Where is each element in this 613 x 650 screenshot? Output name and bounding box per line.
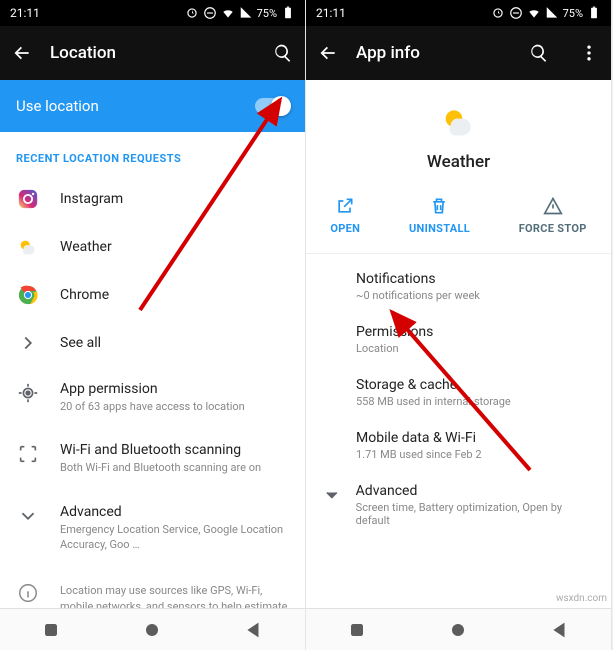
nav-recents-icon[interactable] [42, 621, 60, 639]
force-stop-button[interactable]: FORCE STOP [519, 196, 587, 235]
notifications-row[interactable]: Notifications ~0 notifications per week [356, 260, 611, 313]
nav-back-icon[interactable] [245, 621, 263, 639]
app-row-weather[interactable]: Weather [0, 223, 305, 271]
status-time: 21:11 [10, 6, 40, 20]
nav-bar [0, 608, 305, 650]
status-icons: 75% [185, 6, 295, 20]
item-title: Storage & cache [356, 377, 595, 393]
app-name: Weather [306, 152, 611, 172]
app-header: Weather [306, 80, 611, 182]
signal-icon [239, 6, 253, 20]
battery-icon [281, 6, 295, 20]
item-title: Wi-Fi and Bluetooth scanning [60, 442, 289, 458]
alarm-icon [185, 6, 199, 20]
back-icon[interactable] [12, 43, 32, 63]
disclosure-text: Location may use sources like GPS, Wi-Fi… [60, 583, 289, 608]
item-title: Mobile data & Wi-Fi [356, 430, 595, 446]
action-row: OPEN UNINSTALL FORCE STOP [306, 182, 611, 254]
uninstall-button[interactable]: UNINSTALL [409, 196, 470, 235]
see-all-row[interactable]: See all [0, 319, 305, 367]
status-icons: 75% [491, 6, 601, 20]
more-icon[interactable] [579, 43, 599, 63]
nav-back-icon[interactable] [551, 621, 569, 639]
app-bar: Location [0, 26, 305, 80]
chevron-right-icon [16, 331, 40, 355]
permission-icon [16, 381, 40, 405]
item-sub: 1.71 MB used since Feb 2 [356, 448, 595, 461]
nav-bar [306, 608, 611, 650]
location-disclosure: Location may use sources like GPS, Wi-Fi… [0, 567, 305, 608]
use-location-toggle[interactable]: Use location [0, 80, 305, 132]
app-name: Weather [60, 239, 289, 255]
status-bar: 21:11 75% [306, 0, 611, 26]
content: Weather OPEN UNINSTALL FORCE STOP Notifi… [306, 80, 611, 608]
instagram-icon [16, 187, 40, 211]
item-sub: Both Wi-Fi and Bluetooth scanning are on [60, 460, 289, 475]
battery-pct: 75% [257, 7, 277, 20]
chevron-down-icon [16, 504, 40, 528]
advanced-row[interactable]: Advanced Screen time, Battery optimizati… [306, 472, 611, 538]
weather-icon [16, 235, 40, 259]
chrome-icon [16, 283, 40, 307]
scan-icon [16, 442, 40, 466]
item-title: Notifications [356, 271, 595, 287]
app-name: Instagram [60, 191, 289, 207]
wifi-icon [221, 6, 235, 20]
item-sub: 20 of 63 apps have access to location [60, 399, 289, 414]
action-label: FORCE STOP [519, 222, 587, 235]
status-bar: 21:11 75% [0, 0, 305, 26]
status-time: 21:11 [316, 6, 346, 20]
weather-app-icon [437, 100, 481, 144]
item-sub: Emergency Location Service, Google Locat… [60, 522, 289, 553]
app-info-screen: 21:11 75% App info Weather OPEN [306, 0, 612, 650]
see-all-label: See all [60, 335, 289, 351]
app-bar: App info [306, 26, 611, 80]
toggle-label: Use location [16, 97, 99, 115]
location-settings-screen: 21:11 75% Location Use location RECENT L… [0, 0, 306, 650]
app-permission-row[interactable]: App permission 20 of 63 apps have access… [0, 367, 305, 428]
item-sub: 558 MB used in internal storage [356, 395, 595, 408]
action-label: OPEN [330, 222, 360, 235]
dnd-icon [203, 6, 217, 20]
nav-home-icon[interactable] [449, 621, 467, 639]
item-sub: ~0 notifications per week [356, 289, 595, 302]
item-sub: Location [356, 342, 595, 355]
signal-icon [545, 6, 559, 20]
item-title: Advanced [60, 504, 289, 520]
data-row[interactable]: Mobile data & Wi-Fi 1.71 MB used since F… [356, 419, 611, 472]
info-icon [16, 581, 40, 605]
battery-pct: 75% [563, 7, 583, 20]
wifi-icon [527, 6, 541, 20]
back-icon[interactable] [318, 43, 338, 63]
item-title: Permissions [356, 324, 595, 340]
search-icon[interactable] [273, 43, 293, 63]
item-sub: Screen time, Battery optimization, Open … [356, 501, 595, 527]
page-title: App info [356, 43, 511, 63]
info-list: Notifications ~0 notifications per week … [306, 254, 611, 472]
content: Use location RECENT LOCATION REQUESTS In… [0, 80, 305, 608]
item-title: Advanced [356, 483, 595, 499]
battery-icon [587, 6, 601, 20]
app-row-chrome[interactable]: Chrome [0, 271, 305, 319]
chevron-down-icon [322, 485, 342, 505]
watermark: wsxdn.com [556, 593, 607, 604]
search-icon[interactable] [529, 43, 549, 63]
section-header: RECENT LOCATION REQUESTS [0, 132, 305, 175]
switch-on-icon[interactable] [255, 98, 289, 114]
action-label: UNINSTALL [409, 222, 470, 235]
app-row-instagram[interactable]: Instagram [0, 175, 305, 223]
nav-recents-icon[interactable] [348, 621, 366, 639]
permissions-row[interactable]: Permissions Location [356, 313, 611, 366]
dnd-icon [509, 6, 523, 20]
alarm-icon [491, 6, 505, 20]
item-title: App permission [60, 381, 289, 397]
page-title: Location [50, 43, 255, 63]
wifi-bt-scanning-row[interactable]: Wi-Fi and Bluetooth scanning Both Wi-Fi … [0, 428, 305, 489]
storage-row[interactable]: Storage & cache 558 MB used in internal … [356, 366, 611, 419]
app-name: Chrome [60, 287, 289, 303]
advanced-row[interactable]: Advanced Emergency Location Service, Goo… [0, 490, 305, 567]
open-button[interactable]: OPEN [330, 196, 360, 235]
nav-home-icon[interactable] [143, 621, 161, 639]
